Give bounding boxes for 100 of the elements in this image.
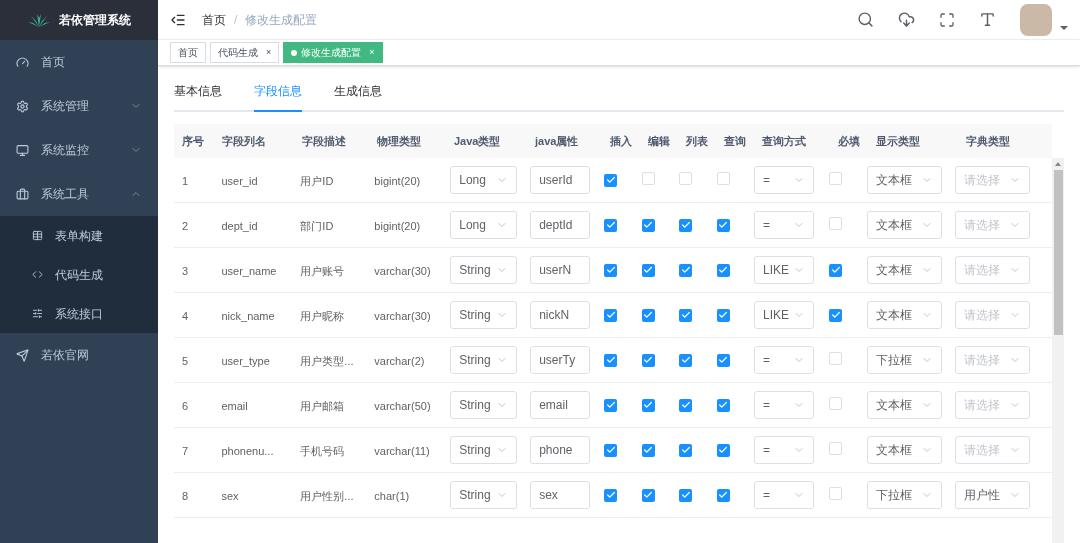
query-type-select[interactable]: =	[754, 346, 815, 374]
input-field[interactable]: email	[530, 391, 591, 419]
menu-item[interactable]: 首页	[0, 40, 158, 84]
checkbox[interactable]	[829, 263, 842, 277]
tab[interactable]: 字段信息	[254, 82, 302, 112]
checkbox[interactable]	[716, 443, 730, 457]
checkbox[interactable]	[829, 487, 842, 500]
display-type-select[interactable]: 下拉框	[866, 346, 942, 374]
avatar[interactable]	[1020, 3, 1052, 36]
checkbox[interactable]	[604, 353, 618, 367]
checkbox[interactable]	[641, 443, 655, 457]
breadcrumb-link[interactable]: 首页	[202, 10, 226, 29]
java-type-select[interactable]: String	[450, 301, 518, 329]
display-type-select[interactable]: 文本框	[866, 256, 942, 284]
java-type-select[interactable]: String	[450, 256, 518, 284]
display-type-select[interactable]: 文本框	[866, 211, 942, 239]
input-field[interactable]: userN	[530, 256, 591, 284]
checkbox[interactable]	[641, 263, 655, 277]
menu-item[interactable]: 系统监控	[0, 128, 158, 172]
checkbox[interactable]	[679, 263, 693, 277]
checkbox[interactable]	[679, 443, 693, 457]
submenu-item[interactable]: 系统接口	[0, 294, 158, 333]
checkbox[interactable]	[604, 443, 618, 457]
display-type-select[interactable]: 文本框	[866, 301, 942, 329]
query-type-select[interactable]: =	[754, 166, 815, 194]
menu-item[interactable]: 系统工具	[0, 172, 158, 216]
input-field[interactable]: nickN	[530, 301, 591, 329]
checkbox[interactable]	[716, 263, 730, 277]
display-type-select[interactable]: 文本框	[866, 436, 942, 464]
checkbox[interactable]	[679, 308, 693, 322]
display-type-select[interactable]: 文本框	[866, 391, 942, 419]
input-field[interactable]: sex	[530, 481, 591, 509]
checkbox[interactable]	[604, 488, 618, 502]
query-type-select[interactable]: =	[754, 481, 815, 509]
page-tag[interactable]: 首页	[170, 42, 206, 63]
checkbox[interactable]	[604, 173, 618, 187]
checkbox[interactable]	[716, 353, 730, 367]
java-type-select[interactable]: String	[450, 391, 518, 419]
query-type-select[interactable]: =	[754, 391, 815, 419]
search-icon[interactable]	[857, 11, 874, 28]
checkbox[interactable]	[679, 353, 693, 367]
checkbox[interactable]	[679, 218, 693, 232]
java-type-select[interactable]: Long	[450, 166, 518, 194]
font-size-icon[interactable]	[979, 11, 996, 28]
checkbox[interactable]	[679, 398, 693, 412]
display-type-select[interactable]: 文本框	[866, 166, 942, 194]
query-type-select[interactable]: LIKE	[754, 256, 815, 284]
checkbox[interactable]	[641, 308, 655, 322]
checkbox[interactable]	[716, 398, 730, 412]
submenu-item[interactable]: 代码生成	[0, 255, 158, 294]
java-type-select[interactable]: String	[450, 436, 518, 464]
checkbox[interactable]	[604, 218, 618, 232]
query-type-select[interactable]: =	[754, 436, 815, 464]
check-icon	[680, 310, 691, 320]
checkbox[interactable]	[716, 488, 730, 502]
leaf-logo-icon	[27, 12, 51, 28]
checkbox[interactable]	[641, 398, 655, 412]
submenu-item[interactable]: 表单构建	[0, 216, 158, 255]
checkbox[interactable]	[679, 488, 693, 502]
table-cell: 用户昵称	[300, 310, 345, 322]
checkbox[interactable]	[716, 218, 730, 232]
fullscreen-icon[interactable]	[939, 11, 955, 28]
checkbox[interactable]	[829, 442, 842, 455]
checkbox[interactable]	[641, 218, 655, 232]
checkbox[interactable]	[829, 172, 842, 185]
query-type-select[interactable]: LIKE	[754, 301, 815, 329]
input-field[interactable]: deptId	[530, 211, 591, 239]
page-tag[interactable]: 代码生成 ×	[210, 42, 280, 63]
menu-item[interactable]: 若依官网	[0, 333, 158, 377]
checkbox[interactable]	[604, 398, 618, 412]
checkbox[interactable]	[604, 263, 618, 277]
dict-type-select[interactable]: 用户性	[955, 481, 1031, 509]
display-type-select[interactable]: 下拉框	[866, 481, 942, 509]
checkbox[interactable]	[829, 217, 842, 230]
checkbox[interactable]	[641, 353, 655, 367]
java-type-select[interactable]: String	[450, 346, 518, 374]
close-icon[interactable]: ×	[266, 45, 272, 60]
checkbox[interactable]	[641, 488, 655, 502]
checkbox[interactable]	[641, 172, 655, 185]
checkbox[interactable]	[829, 397, 842, 410]
scrollbar[interactable]	[1052, 158, 1064, 543]
java-type-select[interactable]: Long	[450, 211, 518, 239]
input-field[interactable]: phone	[530, 436, 591, 464]
query-type-select[interactable]: =	[754, 211, 815, 239]
cloud-download-icon[interactable]	[898, 11, 915, 28]
checkbox[interactable]	[829, 308, 842, 322]
checkbox[interactable]	[716, 308, 730, 322]
scrollbar-thumb[interactable]	[1053, 170, 1063, 335]
input-field[interactable]: userTy	[530, 346, 591, 374]
tab[interactable]: 生成信息	[334, 82, 382, 112]
menu-item[interactable]: 系统管理	[0, 84, 158, 128]
checkbox[interactable]	[829, 352, 842, 365]
table-cell: 用户性别...	[300, 490, 354, 502]
java-type-select[interactable]: String	[450, 481, 518, 509]
checkbox[interactable]	[604, 308, 618, 322]
input-field[interactable]: userId	[530, 166, 591, 194]
table-cell: 4	[182, 310, 189, 322]
checkbox[interactable]	[679, 172, 693, 185]
checkbox[interactable]	[716, 172, 730, 185]
tab[interactable]: 基本信息	[174, 82, 222, 112]
